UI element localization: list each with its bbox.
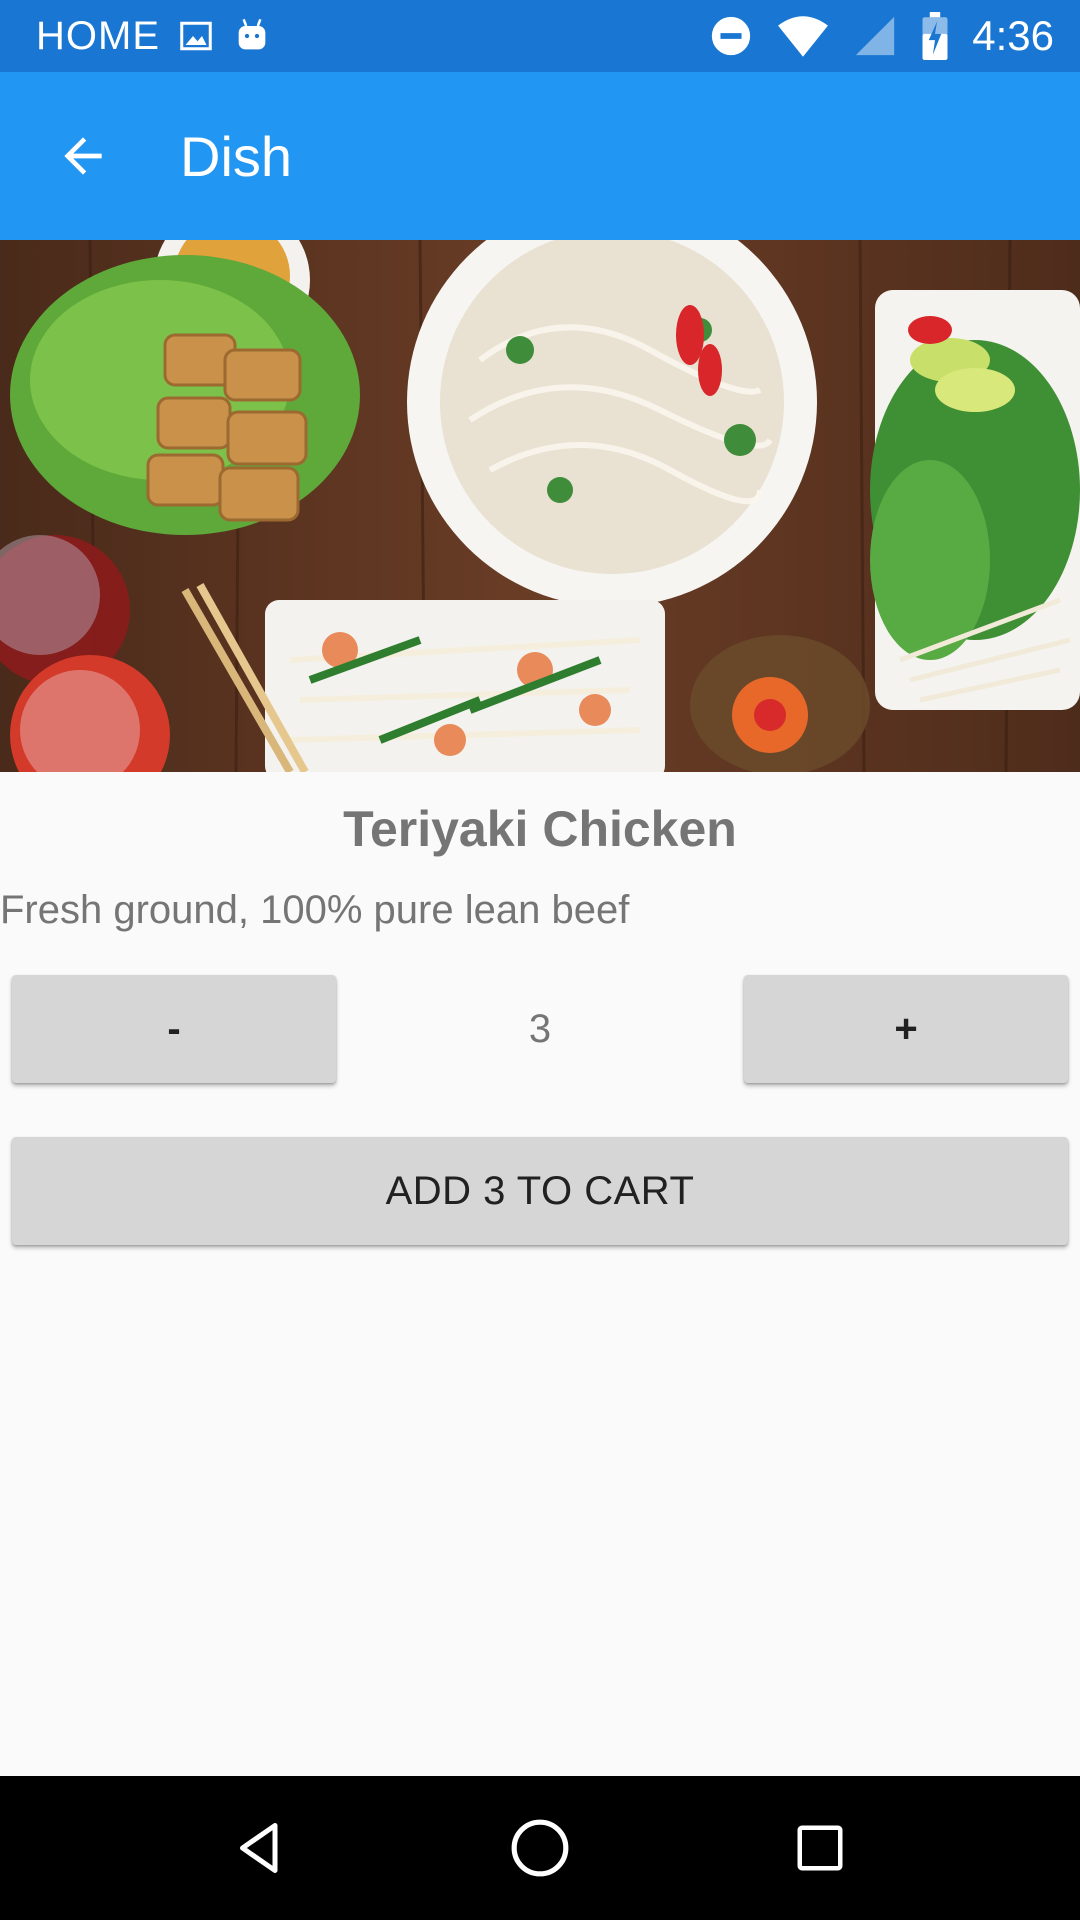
quantity-value: 3 <box>528 1006 552 1051</box>
status-left: HOME <box>0 14 272 59</box>
decrease-quantity-button[interactable]: - <box>12 975 336 1083</box>
recents-square-icon <box>793 1821 847 1875</box>
nav-recents-button[interactable] <box>760 1788 880 1908</box>
do-not-disturb-icon <box>708 13 754 59</box>
dish-description: Fresh ground, 100% pure lean beef <box>0 888 630 932</box>
nav-back-button[interactable] <box>200 1788 320 1908</box>
system-nav-bar <box>0 1776 1080 1920</box>
add-to-cart-button[interactable]: ADD 3 TO CART <box>12 1137 1068 1245</box>
back-triangle-icon <box>230 1818 290 1878</box>
status-bar: HOME 4:36 <box>0 0 1080 72</box>
status-right: 4:36 <box>708 11 1080 61</box>
nav-home-button[interactable] <box>480 1788 600 1908</box>
wifi-icon <box>776 13 830 59</box>
home-circle-icon <box>509 1817 571 1879</box>
android-icon <box>232 16 272 56</box>
battery-charging-icon <box>920 11 950 61</box>
back-button[interactable] <box>28 101 138 211</box>
status-home-label: HOME <box>36 13 160 58</box>
status-time: 4:36 <box>972 12 1054 59</box>
page-title: Dish <box>180 124 293 188</box>
signal-icon <box>852 13 898 59</box>
increase-quantity-button[interactable]: + <box>744 975 1068 1083</box>
image-icon <box>178 18 214 54</box>
arrow-back-icon <box>55 128 111 184</box>
app-bar: Dish <box>0 72 1080 240</box>
dish-image <box>0 240 1080 772</box>
dish-name: Teriyaki Chicken <box>343 801 737 857</box>
